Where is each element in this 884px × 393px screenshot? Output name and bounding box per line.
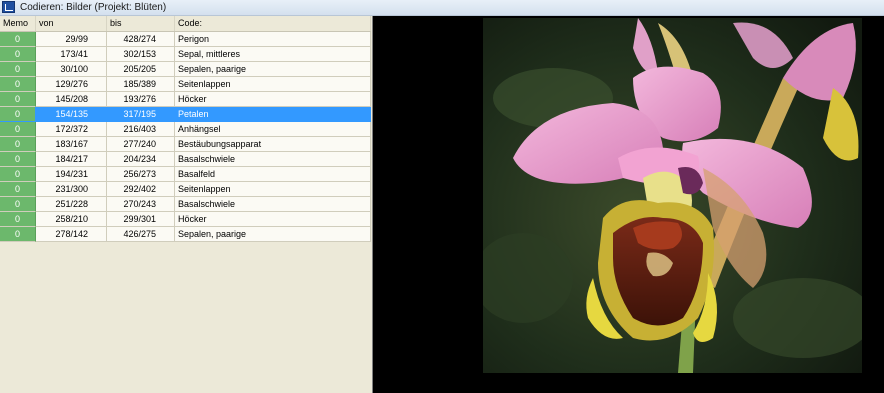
code-cell[interactable]: Petalen: [175, 107, 371, 122]
table-row[interactable]: 0 194/231 256/273 Basalfeld: [0, 167, 371, 182]
app-icon: [2, 1, 15, 13]
table-row[interactable]: 0 29/99 428/274 Perigon: [0, 32, 371, 47]
table-row[interactable]: 0 30/100 205/205 Sepalen, paarige: [0, 62, 371, 77]
memo-cell[interactable]: 0: [0, 152, 36, 167]
table-row[interactable]: 0 258/210 299/301 Höcker: [0, 212, 371, 227]
table-row[interactable]: 0 154/135 317/195 Petalen: [0, 107, 371, 122]
table-row[interactable]: 0 251/228 270/243 Basalschwiele: [0, 197, 371, 212]
memo-cell[interactable]: 0: [0, 212, 36, 227]
code-list-panel: Memo von bis Code: 0 29/99 428/274 Perigon 0…: [0, 16, 373, 393]
table-row[interactable]: 0 278/142 426/275 Sepalen, paarige: [0, 227, 371, 242]
code-cell[interactable]: Seitenlappen: [175, 77, 371, 92]
memo-cell[interactable]: 0: [0, 92, 36, 107]
code-cell[interactable]: Sepalen, paarige: [175, 62, 371, 77]
von-cell[interactable]: 129/276: [36, 77, 107, 92]
bis-cell[interactable]: 299/301: [107, 212, 175, 227]
code-cell[interactable]: Basalschwiele: [175, 152, 371, 167]
memo-cell[interactable]: 0: [0, 137, 36, 152]
code-cell[interactable]: Basalschwiele: [175, 197, 371, 212]
von-cell[interactable]: 278/142: [36, 227, 107, 242]
column-header-code[interactable]: Code:: [175, 16, 371, 31]
column-header-memo[interactable]: Memo: [0, 16, 36, 31]
memo-cell[interactable]: 0: [0, 167, 36, 182]
orchid-photo[interactable]: [483, 18, 862, 373]
von-cell[interactable]: 184/217: [36, 152, 107, 167]
code-cell[interactable]: Basalfeld: [175, 167, 371, 182]
bis-cell[interactable]: 317/195: [107, 107, 175, 122]
von-cell[interactable]: 172/372: [36, 122, 107, 137]
bis-cell[interactable]: 216/403: [107, 122, 175, 137]
memo-cell[interactable]: 0: [0, 77, 36, 92]
table-row[interactable]: 0 172/372 216/403 Anhängsel: [0, 122, 371, 137]
bis-cell[interactable]: 193/276: [107, 92, 175, 107]
bis-cell[interactable]: 270/243: [107, 197, 175, 212]
title-bar: Codieren: Bilder (Projekt: Blüten): [0, 0, 884, 16]
bis-cell[interactable]: 302/153: [107, 47, 175, 62]
code-cell[interactable]: Seitenlappen: [175, 182, 371, 197]
table-header: Memo von bis Code:: [0, 16, 371, 32]
orchid-image: [483, 18, 862, 373]
von-cell[interactable]: 183/167: [36, 137, 107, 152]
von-cell[interactable]: 145/208: [36, 92, 107, 107]
table-row[interactable]: 0 173/41 302/153 Sepal, mittleres: [0, 47, 371, 62]
column-header-von[interactable]: von: [36, 16, 107, 31]
memo-cell[interactable]: 0: [0, 227, 36, 242]
von-cell[interactable]: 30/100: [36, 62, 107, 77]
memo-cell[interactable]: 0: [0, 122, 36, 137]
code-cell[interactable]: Höcker: [175, 92, 371, 107]
code-cell[interactable]: Sepalen, paarige: [175, 227, 371, 242]
window-title: Codieren: Bilder (Projekt: Blüten): [20, 2, 167, 13]
table-row[interactable]: 0 184/217 204/234 Basalschwiele: [0, 152, 371, 167]
code-cell[interactable]: Perigon: [175, 32, 371, 47]
von-cell[interactable]: 29/99: [36, 32, 107, 47]
bis-cell[interactable]: 256/273: [107, 167, 175, 182]
memo-cell[interactable]: 0: [0, 47, 36, 62]
bis-cell[interactable]: 204/234: [107, 152, 175, 167]
memo-cell[interactable]: 0: [0, 32, 36, 47]
table-body: 0 29/99 428/274 Perigon 0 173/41 302/153 Sepal,…: [0, 32, 371, 242]
bis-cell[interactable]: 428/274: [107, 32, 175, 47]
bis-cell[interactable]: 277/240: [107, 137, 175, 152]
table-row[interactable]: 0 129/276 185/389 Seitenlappen: [0, 77, 371, 92]
table-row[interactable]: 0 145/208 193/276 Höcker: [0, 92, 371, 107]
von-cell[interactable]: 231/300: [36, 182, 107, 197]
memo-cell[interactable]: 0: [0, 107, 36, 122]
code-cell[interactable]: Anhängsel: [175, 122, 371, 137]
bis-cell[interactable]: 292/402: [107, 182, 175, 197]
bis-cell[interactable]: 426/275: [107, 227, 175, 242]
code-cell[interactable]: Sepal, mittleres: [175, 47, 371, 62]
von-cell[interactable]: 194/231: [36, 167, 107, 182]
image-viewer: [373, 16, 884, 393]
table-row[interactable]: 0 183/167 277/240 Bestäubungsapparat: [0, 137, 371, 152]
memo-cell[interactable]: 0: [0, 182, 36, 197]
memo-cell[interactable]: 0: [0, 197, 36, 212]
von-cell[interactable]: 173/41: [36, 47, 107, 62]
von-cell[interactable]: 258/210: [36, 212, 107, 227]
von-cell[interactable]: 251/228: [36, 197, 107, 212]
memo-cell[interactable]: 0: [0, 62, 36, 77]
table-row[interactable]: 0 231/300 292/402 Seitenlappen: [0, 182, 371, 197]
code-cell[interactable]: Bestäubungsapparat: [175, 137, 371, 152]
bis-cell[interactable]: 185/389: [107, 77, 175, 92]
coding-table: Memo von bis Code: 0 29/99 428/274 Perigon 0…: [0, 16, 371, 242]
code-cell[interactable]: Höcker: [175, 212, 371, 227]
von-cell[interactable]: 154/135: [36, 107, 107, 122]
column-header-bis[interactable]: bis: [107, 16, 175, 31]
bis-cell[interactable]: 205/205: [107, 62, 175, 77]
